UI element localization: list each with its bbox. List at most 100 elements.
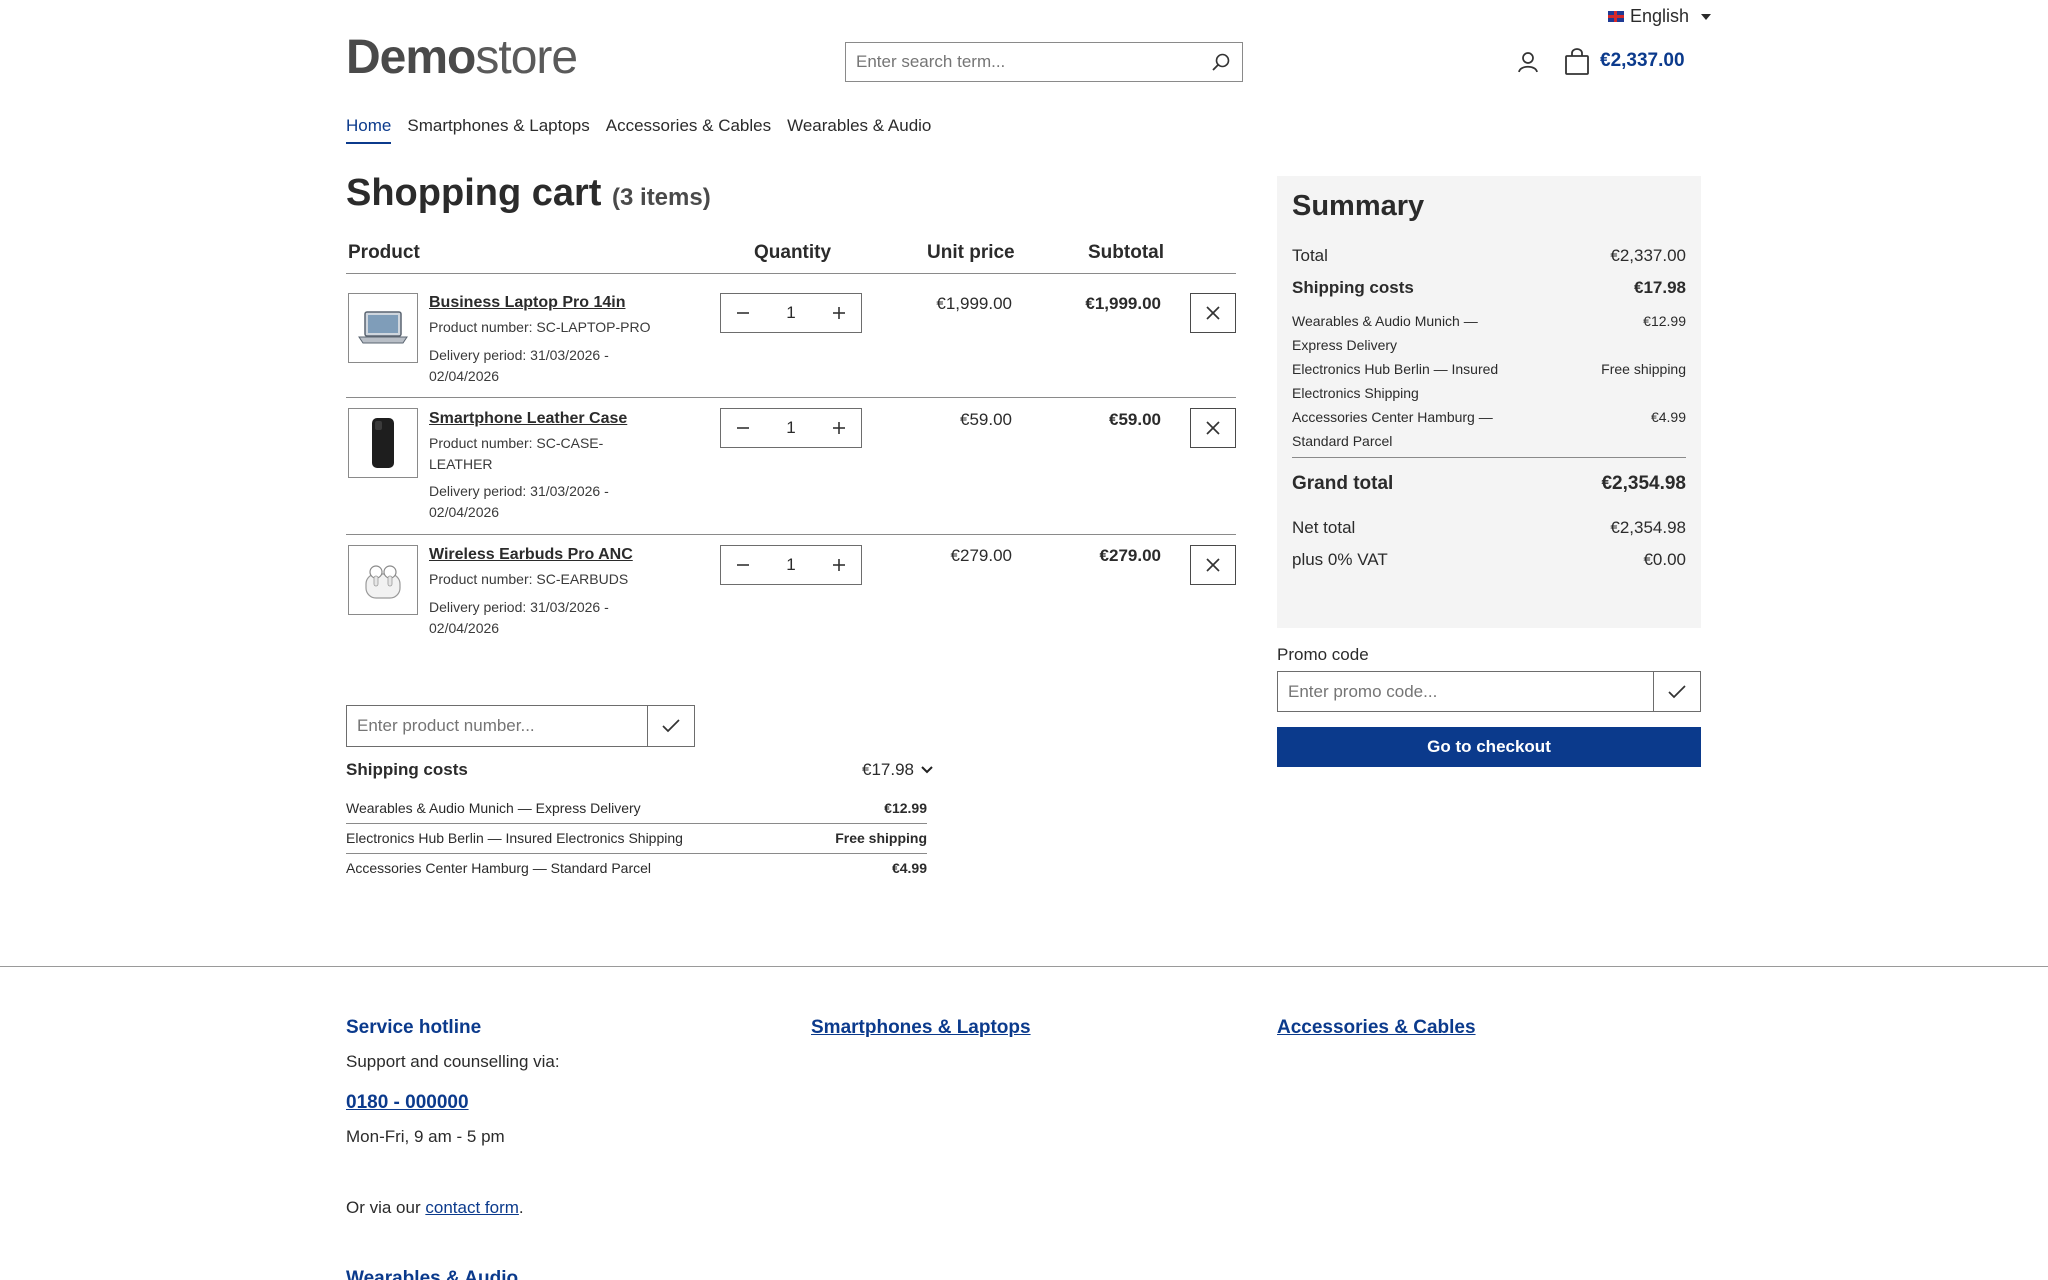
summary-title: Summary — [1292, 190, 1425, 222]
remove-item-button[interactable] — [1190, 545, 1236, 585]
product-number: Product number: SC-CASE-LEATHER — [429, 435, 604, 472]
line-subtotal: €1,999.00 — [1085, 294, 1161, 313]
quantity-value[interactable]: 1 — [765, 555, 817, 575]
summary-shipping-detail-label: Electronics Hub Berlin — Insured Electro… — [1292, 361, 1499, 401]
product-number: Product number: SC-LAPTOP-PRO — [429, 319, 651, 335]
shipping-costs-toggle[interactable]: €17.98 — [862, 760, 934, 780]
summary-net-total-row: Net total €2,354.98 — [1292, 518, 1686, 538]
quantity-stepper: 1 — [720, 293, 862, 333]
summary-shipping-row: Shipping costs €17.98 — [1292, 278, 1686, 298]
product-number-input[interactable] — [347, 706, 647, 746]
table-header-divider — [346, 273, 1236, 274]
quantity-value[interactable]: 1 — [765, 303, 817, 323]
footer-link-smartphones-laptops[interactable]: Smartphones & Laptops — [811, 1017, 1031, 1039]
checkmark-icon — [662, 719, 680, 733]
footer-link-wearables-audio[interactable]: Wearables & Audio — [346, 1268, 518, 1280]
unit-price: €1,999.00 — [936, 294, 1012, 313]
unit-price: €279.00 — [950, 546, 1012, 565]
remove-item-button[interactable] — [1190, 408, 1236, 448]
search-button[interactable] — [1200, 43, 1242, 81]
column-header-product: Product — [348, 242, 420, 263]
language-label: English — [1630, 6, 1690, 26]
net-total-value: €2,354.98 — [1610, 518, 1686, 537]
checkout-button[interactable]: Go to checkout — [1277, 727, 1701, 767]
nav-item-smartphones-laptops[interactable]: Smartphones & Laptops — [407, 116, 589, 144]
minus-icon — [737, 427, 749, 429]
close-icon — [1206, 306, 1220, 320]
cart-title-text: Shopping cart — [346, 172, 602, 214]
decrease-quantity-button[interactable] — [721, 294, 765, 332]
search-icon — [1212, 53, 1230, 71]
summary-shipping-detail-value: Free shipping — [1601, 361, 1686, 377]
increase-quantity-button[interactable] — [817, 409, 861, 447]
cart-bag-icon[interactable] — [1564, 48, 1590, 76]
delivery-period: Delivery period: 31/03/2026 - 02/04/2026 — [429, 483, 609, 520]
shipping-row-value: €12.99 — [884, 800, 927, 816]
vat-label: plus 0% VAT — [1292, 550, 1388, 569]
summary-shipping-detail: Electronics Hub Berlin — Insured Electro… — [1292, 357, 1686, 405]
increase-quantity-button[interactable] — [817, 546, 861, 584]
footer-link-accessories-cables[interactable]: Accessories & Cables — [1277, 1017, 1476, 1039]
uk-flag-icon — [1608, 11, 1624, 22]
delivery-period: Delivery period: 31/03/2026 - 02/04/2026 — [429, 599, 609, 636]
page-title: Shopping cart (3 items) — [346, 172, 711, 215]
increase-quantity-button[interactable] — [817, 294, 861, 332]
decrease-quantity-button[interactable] — [721, 409, 765, 447]
add-product-button[interactable] — [647, 706, 694, 746]
logo-bold: Demo — [346, 31, 476, 84]
remove-item-button[interactable] — [1190, 293, 1236, 333]
product-name-link[interactable]: Wireless Earbuds Pro ANC — [429, 546, 633, 564]
column-header-quantity: Quantity — [754, 242, 832, 263]
main-navigation: Home Smartphones & Laptops Accessories &… — [346, 116, 931, 144]
decrease-quantity-button[interactable] — [721, 546, 765, 584]
summary-shipping-detail-label: Wearables & Audio Munich — Express Deliv… — [1292, 313, 1478, 353]
grand-total-value: €2,354.98 — [1601, 473, 1686, 494]
shipping-row: Wearables & Audio Munich — Express Deliv… — [346, 793, 927, 823]
delivery-period: Delivery period: 31/03/2026 - 02/04/2026 — [429, 347, 609, 384]
product-thumbnail[interactable] — [348, 408, 418, 478]
phone-case-image — [372, 418, 394, 468]
cart-item-count: (3 items) — [612, 184, 711, 211]
summary-vat-row: plus 0% VAT €0.00 — [1292, 550, 1686, 570]
quantity-value[interactable]: 1 — [765, 418, 817, 438]
nav-item-accessories-cables[interactable]: Accessories & Cables — [606, 116, 771, 144]
nav-item-wearables-audio[interactable]: Wearables & Audio — [787, 116, 931, 144]
hotline-phone-link[interactable]: 0180 - 000000 — [346, 1092, 469, 1114]
header-cart-total[interactable]: €2,337.00 — [1600, 50, 1685, 72]
product-number: Product number: SC-EARBUDS — [429, 571, 629, 587]
product-thumbnail[interactable] — [348, 545, 418, 615]
product-thumbnail[interactable] — [348, 293, 418, 363]
net-total-label: Net total — [1292, 518, 1356, 537]
shipping-row-label: Accessories Center Hamburg — Standard Pa… — [346, 860, 652, 876]
shipping-row: Electronics Hub Berlin — Insured Electro… — [346, 823, 927, 853]
column-header-unit-price: Unit price — [927, 242, 1015, 263]
summary-total-label: Total — [1292, 246, 1328, 265]
shipping-costs-label: Shipping costs — [346, 760, 468, 779]
contact-prefix: Or via our — [346, 1198, 426, 1217]
laptop-image — [358, 311, 408, 344]
earbuds-image — [365, 565, 401, 599]
footer-hotline-text: Support and counselling via: — [346, 1052, 560, 1071]
minus-icon — [737, 312, 749, 314]
search-input[interactable] — [846, 43, 1200, 81]
summary-shipping-label: Shipping costs — [1292, 278, 1414, 297]
language-selector[interactable]: English — [1608, 6, 1712, 27]
grand-total-label: Grand total — [1292, 473, 1394, 494]
product-name-link[interactable]: Business Laptop Pro 14in — [429, 294, 625, 312]
product-name-link[interactable]: Smartphone Leather Case — [429, 410, 627, 428]
logo-light: store — [475, 31, 578, 84]
contact-suffix: . — [518, 1198, 524, 1217]
store-logo[interactable]: Demostore — [346, 30, 578, 86]
line-subtotal: €59.00 — [1109, 410, 1161, 429]
contact-form-link[interactable]: contact form — [425, 1198, 519, 1217]
row-divider — [346, 397, 1236, 398]
summary-shipping-detail-value: €12.99 — [1643, 313, 1686, 329]
summary-shipping-detail-value: €4.99 — [1650, 409, 1686, 425]
account-icon[interactable] — [1516, 50, 1540, 74]
promo-code-input[interactable] — [1278, 672, 1653, 711]
add-product-form — [346, 705, 695, 747]
chevron-down-icon — [921, 766, 933, 774]
apply-promo-button[interactable] — [1653, 672, 1700, 711]
unit-price: €59.00 — [960, 410, 1012, 429]
nav-item-home[interactable]: Home — [346, 116, 392, 144]
